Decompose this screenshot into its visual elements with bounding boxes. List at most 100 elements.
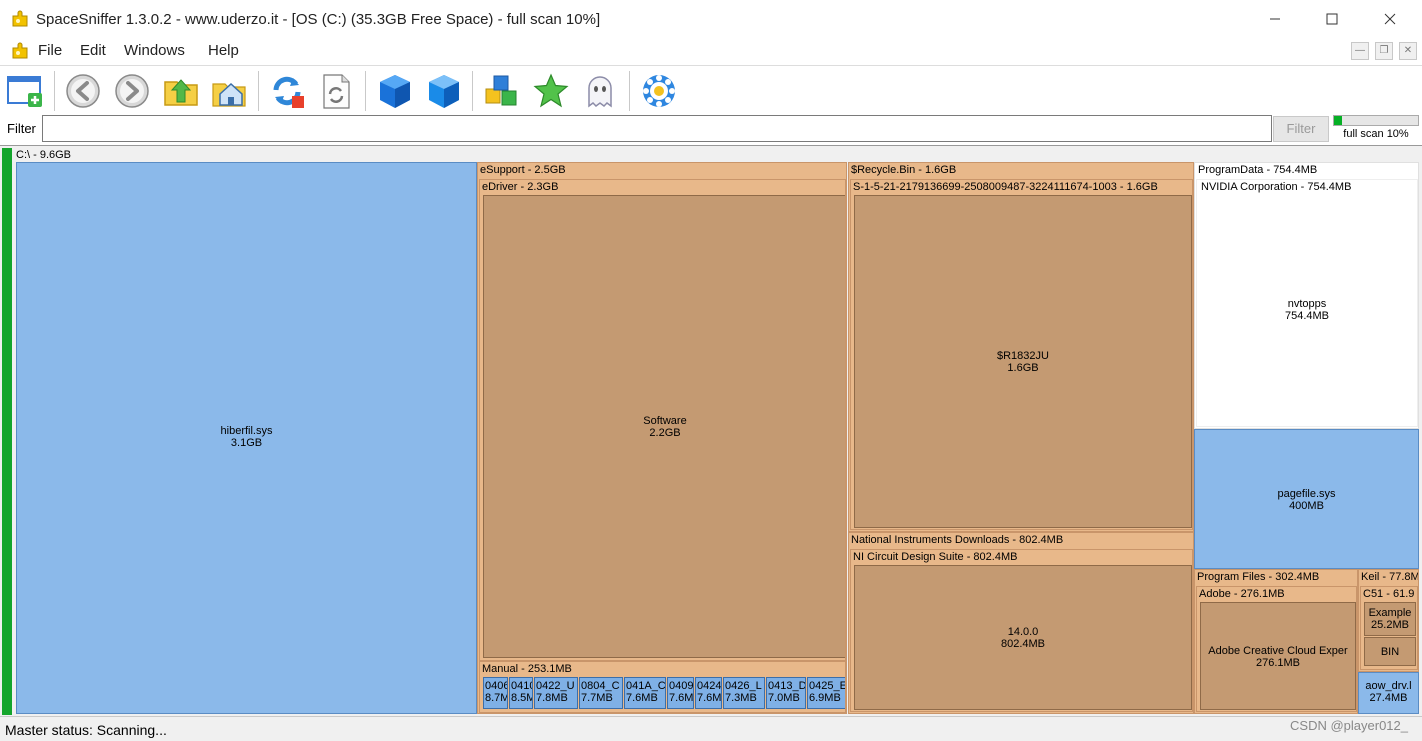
file-hiberfil[interactable]: hiberfil.sys 3.1GB: [16, 162, 477, 714]
up-folder-button[interactable]: [161, 71, 201, 111]
folder-examples[interactable]: Example 25.2MB: [1364, 602, 1416, 636]
menu-windows[interactable]: Windows: [124, 42, 185, 59]
folder-adobe[interactable]: Adobe - 276.1MB Adobe Creative Cloud Exp…: [1196, 586, 1357, 712]
blue-cube-outline-icon: [429, 75, 459, 108]
forward-arrow-icon: [115, 74, 149, 108]
manual-file-tile[interactable]: 041A_C 7.6MB: [624, 677, 666, 709]
menu-help[interactable]: Help: [208, 42, 239, 59]
home-button[interactable]: [209, 71, 249, 111]
close-button[interactable]: [1361, 0, 1419, 38]
manual-file-name: 0406: [485, 680, 508, 692]
maximize-button[interactable]: [1303, 0, 1361, 38]
manual-file-name: 0804_C: [581, 680, 620, 692]
filter-row: Filter Filter full scan 10%: [0, 115, 1422, 143]
folder-sid[interactable]: S-1-5-21-2179136699-2508009487-322411167…: [850, 179, 1193, 530]
folder-header: NVIDIA Corporation - 754.4MB: [1201, 181, 1352, 193]
folder-label: Adobe Creative Cloud Exper 276.1MB: [1208, 645, 1348, 669]
filter-input[interactable]: [42, 115, 1272, 142]
menu-file[interactable]: File: [38, 42, 62, 59]
back-button[interactable]: [63, 71, 103, 111]
folder-header: $Recycle.Bin - 1.6GB: [851, 164, 957, 176]
manual-file-size: 7.6MB: [669, 692, 694, 704]
folder-program-files[interactable]: Program Files - 302.4MB Adobe - 276.1MB …: [1194, 569, 1358, 714]
home-icon: [212, 82, 246, 107]
folder-header: Manual - 253.1MB: [482, 663, 572, 675]
folder-adobe-cc[interactable]: Adobe Creative Cloud Exper 276.1MB: [1200, 602, 1356, 710]
folder-r1832ju[interactable]: $R1832JU 1.6GB: [854, 195, 1192, 528]
folder-header: NI Circuit Design Suite - 802.4MB: [853, 551, 1018, 563]
manual-file-name: 0424: [697, 680, 722, 692]
manual-file-size: 7.6MB: [626, 692, 658, 704]
cube-view-2-button[interactable]: [424, 71, 464, 111]
mdi-restore-button[interactable]: ❐: [1375, 42, 1393, 60]
file-aow-drv[interactable]: aow_drv.l 27.4MB: [1358, 672, 1419, 714]
folder-label: 14.0.0 802.4MB: [1000, 626, 1046, 650]
folder-label: nvtopps 754.4MB: [1284, 298, 1330, 322]
folder-header: National Instruments Downloads - 802.4MB: [851, 534, 1064, 546]
scan-progress-bar: [1333, 115, 1419, 126]
forward-button[interactable]: [112, 71, 152, 111]
refresh-button[interactable]: [267, 71, 307, 111]
manual-file-tile[interactable]: 0422_U 7.8MB: [534, 677, 578, 709]
folder-label: $R1832JU 1.6GB: [997, 350, 1049, 374]
app-menu-icon[interactable]: [10, 41, 30, 61]
folder-keil[interactable]: Keil - 77.8M C51 - 61.9 Example 25.2MB BI…: [1358, 569, 1419, 672]
manual-file-tile[interactable]: 0804_C 7.7MB: [579, 677, 623, 709]
root-label: C:\ - 9.6GB: [16, 149, 72, 161]
file-pagefile[interactable]: pagefile.sys 400MB: [1194, 429, 1419, 569]
status-bar: Master status: Scanning... CSDN @player0…: [0, 716, 1422, 741]
folder-c51[interactable]: C51 - 61.9 Example 25.2MB BIN: [1360, 586, 1418, 670]
manual-file-size: 7.0MB: [768, 692, 800, 704]
folder-header: eDriver - 2.3GB: [482, 181, 559, 193]
folder-recycle-bin[interactable]: $Recycle.Bin - 1.6GB S-1-5-21-2179136699…: [848, 162, 1194, 532]
back-arrow-icon: [66, 74, 100, 108]
mdi-minimize-button[interactable]: —: [1351, 42, 1369, 60]
file-label: aow_drv.l 27.4MB: [1365, 680, 1412, 704]
folder-bin[interactable]: BIN: [1364, 637, 1416, 666]
rescan-button[interactable]: [316, 71, 356, 111]
folder-nvidia[interactable]: NVIDIA Corporation - 754.4MB nvtopps 754.…: [1196, 179, 1418, 427]
manual-file-name: 0426_L: [725, 680, 762, 692]
ghost-button[interactable]: [580, 71, 620, 111]
manual-file-tile[interactable]: 0425_E 6.9MB: [807, 677, 846, 709]
manual-file-tile[interactable]: 04097.6MB: [667, 677, 694, 709]
colored-blocks-icon: [485, 75, 517, 106]
folder-header: C51 - 61.9: [1363, 588, 1415, 600]
folder-edriver[interactable]: eDriver - 2.3GB Software 2.2GB: [479, 179, 846, 661]
new-window-button[interactable]: [5, 71, 45, 111]
settings-button[interactable]: [639, 71, 679, 111]
manual-file-tile[interactable]: 04068.7MB: [483, 677, 508, 709]
folder-up-icon: [164, 79, 198, 106]
folder-header: Keil - 77.8M: [1361, 571, 1419, 583]
manual-file-name: 0413_D: [768, 680, 806, 692]
blue-cube-icon: [380, 75, 410, 108]
manual-file-tile[interactable]: 0426_L 7.3MB: [723, 677, 765, 709]
folder-manual[interactable]: Manual - 253.1MB 04068.7MB04108.5MB0422_…: [479, 661, 846, 713]
folder-esupport[interactable]: eSupport - 2.5GB eDriver - 2.3GB Softwar…: [477, 162, 847, 714]
folder-ni-circuit[interactable]: NI Circuit Design Suite - 802.4MB 14.0.0…: [850, 549, 1193, 712]
title-bar: SpaceSniffer 1.3.0.2 - www.uderzo.it - […: [0, 0, 1422, 38]
root-drive-bar[interactable]: [2, 148, 12, 715]
manual-file-name: 0409: [669, 680, 694, 692]
filter-button[interactable]: Filter: [1273, 116, 1329, 142]
favorites-button[interactable]: [531, 71, 571, 111]
minimize-button[interactable]: [1246, 0, 1304, 38]
document-refresh-icon: [323, 74, 350, 109]
watermark-text: CSDN @player012_: [1290, 718, 1408, 733]
menu-edit[interactable]: Edit: [80, 42, 106, 59]
folder-ni-version[interactable]: 14.0.0 802.4MB: [854, 565, 1192, 710]
folder-label: Example 25.2MB: [1368, 607, 1412, 631]
folder-software[interactable]: Software 2.2GB: [483, 195, 845, 658]
manual-file-tile[interactable]: 04108.5MB: [509, 677, 533, 709]
folder-programdata[interactable]: ProgramData - 754.4MB NVIDIA Corporation…: [1194, 162, 1419, 429]
folder-ni-downloads[interactable]: National Instruments Downloads - 802.4MB…: [848, 532, 1194, 714]
filter-blocks-button[interactable]: [482, 71, 522, 111]
manual-file-size: 8.5MB: [511, 692, 532, 704]
treemap-view[interactable]: C:\ - 9.6GB hiberfil.sys 3.1GB eSupport -…: [0, 145, 1422, 716]
gear-icon: [643, 75, 675, 107]
mdi-close-button[interactable]: ✕: [1399, 42, 1417, 60]
manual-file-name: 0425_E: [809, 680, 846, 692]
cube-view-button[interactable]: [375, 71, 415, 111]
manual-file-tile[interactable]: 0413_D 7.0MB: [766, 677, 806, 709]
manual-file-tile[interactable]: 04247.6MB: [695, 677, 722, 709]
